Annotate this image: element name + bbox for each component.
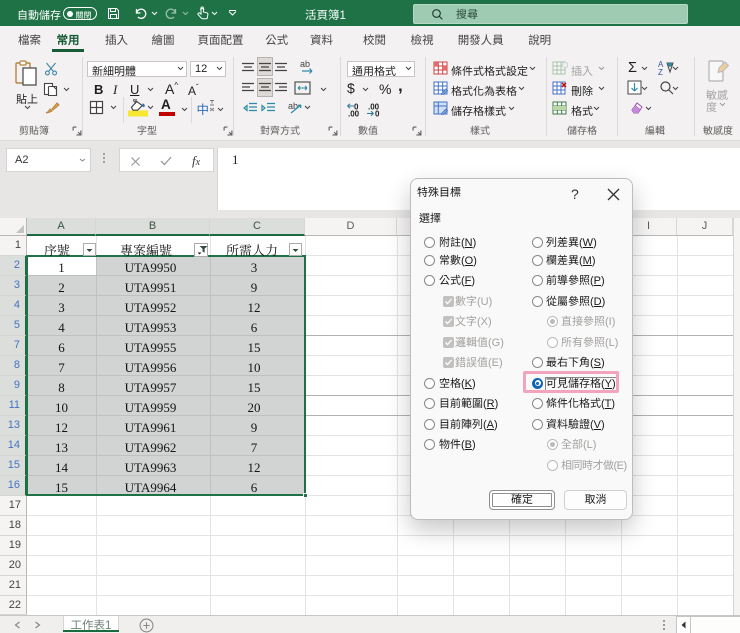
svg-text:.00: .00 xyxy=(348,110,360,118)
svg-text:ab: ab xyxy=(300,59,310,69)
svg-text:ab: ab xyxy=(288,101,298,111)
svg-text:Z: Z xyxy=(658,68,663,76)
svg-text:0: 0 xyxy=(375,110,380,118)
